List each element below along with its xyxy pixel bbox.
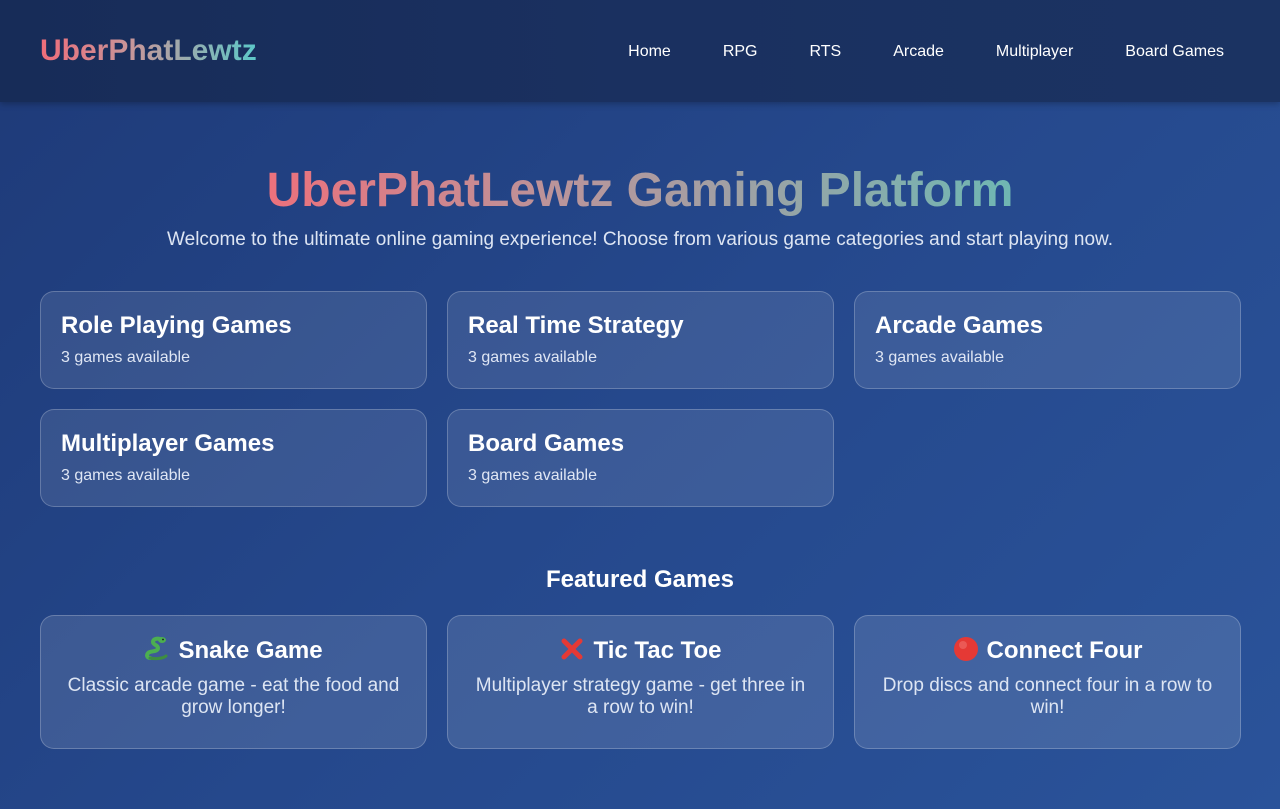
category-card-arcade[interactable]: Arcade Games 3 games available xyxy=(854,291,1241,389)
site-logo[interactable]: UberPhatLewtz xyxy=(40,33,257,69)
featured-title: Connect Four xyxy=(986,637,1143,664)
category-count: 3 games available xyxy=(468,349,597,366)
red-circle-icon xyxy=(953,637,978,661)
featured-card-tic-tac-toe[interactable]: Tic Tac Toe Multiplayer strategy game - … xyxy=(447,615,834,749)
featured-title: Snake Game xyxy=(178,637,323,664)
category-count: 3 games available xyxy=(61,349,190,366)
category-count: 3 games available xyxy=(468,467,597,484)
category-title: Arcade Games xyxy=(875,312,1044,339)
category-card-board-games[interactable]: Board Games 3 games available xyxy=(447,409,834,507)
category-title: Board Games xyxy=(468,430,625,457)
category-title: Role Playing Games xyxy=(61,312,292,339)
featured-card-snake[interactable]: Snake Game Classic arcade game - eat the… xyxy=(40,615,427,749)
featured-description: Classic arcade game - eat the food and g… xyxy=(67,675,400,718)
nav-link-arcade[interactable]: Arcade xyxy=(867,38,970,66)
category-count: 3 games available xyxy=(875,349,1004,366)
category-grid: Role Playing Games 3 games available Rea… xyxy=(40,291,1241,507)
featured-title-row: Tic Tac Toe xyxy=(468,636,813,665)
hero-subtitle: Welcome to the ultimate online gaming ex… xyxy=(167,229,1113,250)
featured-title: Tic Tac Toe xyxy=(593,637,722,664)
category-title: Multiplayer Games xyxy=(61,430,275,457)
featured-title-row: Snake Game xyxy=(61,636,406,665)
snake-icon xyxy=(145,636,168,661)
nav-link-home[interactable]: Home xyxy=(602,38,697,66)
nav-link-rts[interactable]: RTS xyxy=(784,38,868,66)
nav-link-rpg[interactable]: RPG xyxy=(697,38,784,66)
category-count: 3 games available xyxy=(61,467,190,484)
featured-description: Multiplayer strategy game - get three in… xyxy=(475,675,806,718)
category-card-multiplayer[interactable]: Multiplayer Games 3 games available xyxy=(40,409,427,507)
hero-title: UberPhatLewtz Gaming Platform xyxy=(0,160,1280,222)
featured-games-grid: Snake Game Classic arcade game - eat the… xyxy=(40,615,1241,749)
category-card-rpg[interactable]: Role Playing Games 3 games available xyxy=(40,291,427,389)
cross-mark-icon xyxy=(561,638,583,660)
featured-heading: Featured Games xyxy=(545,566,735,593)
featured-card-connect-four[interactable]: Connect Four Drop discs and connect four… xyxy=(854,615,1241,749)
category-card-rts[interactable]: Real Time Strategy 3 games available xyxy=(447,291,834,389)
nav-link-multiplayer[interactable]: Multiplayer xyxy=(970,38,1099,66)
navbar: UberPhatLewtz Home RPG RTS Arcade Multip… xyxy=(0,0,1280,102)
featured-description: Drop discs and connect four in a row to … xyxy=(882,675,1213,718)
nav-link-board-games[interactable]: Board Games xyxy=(1099,38,1250,66)
featured-title-row: Connect Four xyxy=(875,636,1220,665)
main-nav: Home RPG RTS Arcade Multiplayer Board Ga… xyxy=(602,38,1250,66)
category-title: Real Time Strategy xyxy=(468,312,684,339)
hero-title-text: UberPhatLewtz Gaming Platform xyxy=(266,164,1014,217)
